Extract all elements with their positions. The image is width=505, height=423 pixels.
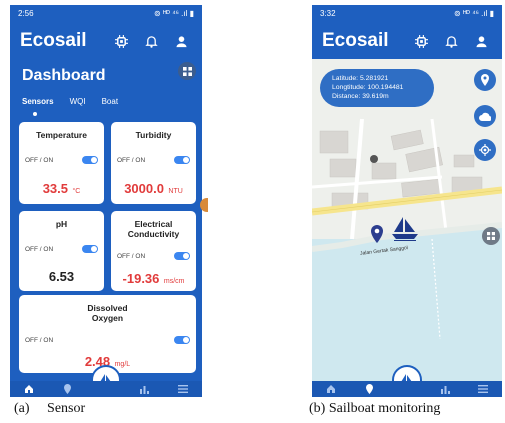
temperature-toggle[interactable] [82, 156, 98, 164]
chip-icon[interactable] [110, 30, 132, 52]
bell-icon[interactable] [140, 30, 162, 52]
toggle-label: OFF / ON [117, 252, 146, 260]
location-marker-icon[interactable] [370, 225, 384, 248]
status-time: 3:32 [320, 9, 336, 18]
longitude-text: Longtitude: 100.194481 [332, 84, 404, 92]
sailboat-monitoring-screen: Jalan Gertak Sanggol Latitude: 5.281921 … [312, 5, 502, 397]
side-pull-tab[interactable] [200, 198, 208, 212]
status-time: 2:56 [18, 9, 34, 18]
nav-spacer [400, 382, 414, 396]
conductivity-card: Electrical Conductivity OFF / ON -19.36 … [111, 211, 196, 291]
bell-icon[interactable] [440, 30, 462, 52]
coordinates-info-bubble: Latitude: 5.281921 Longtitude: 100.19448… [320, 69, 434, 107]
user-icon[interactable] [170, 30, 192, 52]
toggle-label: OFF / ON [25, 336, 54, 344]
menu-icon[interactable] [476, 382, 490, 396]
app-bar: Ecosail [312, 23, 502, 59]
card-title-line2: Oxygen [91, 313, 124, 324]
card-title: pH [55, 219, 68, 229]
bar-chart-icon[interactable] [438, 382, 452, 396]
toggle-row: OFF / ON [25, 336, 190, 344]
dashboard-title: Dashboard [22, 67, 106, 84]
caption-b: (b) Sailboat monitoring [309, 401, 441, 416]
status-icons: ⊚ ᴴᴰ ⁴⁶ .ıl ▮ [454, 9, 494, 18]
home-icon[interactable] [324, 382, 338, 396]
map-view[interactable]: Jalan Gertak Sanggol [312, 59, 502, 381]
home-icon[interactable] [22, 382, 36, 396]
ph-toggle[interactable] [82, 245, 98, 253]
card-value: 6.53 [19, 268, 104, 286]
turbidity-value: 3000.0 [124, 181, 164, 196]
status-bar: 2:56 ⊚ ᴴᴰ ⁴⁶ .ıl ▮ [10, 5, 202, 23]
location-pin-icon[interactable] [362, 382, 376, 396]
toggle-label: OFF / ON [25, 156, 54, 164]
grid-icon[interactable] [178, 62, 196, 80]
toggle-label: OFF / ON [117, 156, 146, 164]
grid-icon[interactable] [482, 227, 500, 245]
card-title: Electrical Conductivity [111, 219, 196, 239]
turbidity-card: Turbidity OFF / ON 3000.0 NTU [111, 122, 196, 204]
dissolved-oxygen-toggle[interactable] [174, 336, 190, 344]
toggle-row: OFF / ON [117, 156, 190, 164]
card-title: Turbidity [135, 130, 172, 140]
app-title: Ecosail [20, 30, 87, 51]
ph-value: 6.53 [48, 269, 75, 284]
card-title-line1: Electrical [134, 219, 173, 229]
chip-icon[interactable] [410, 30, 432, 52]
temperature-value: 33.5 [42, 181, 68, 196]
conductivity-value: -19.36 [122, 271, 160, 286]
cloud-button[interactable] [474, 105, 496, 127]
card-title: Temperature [36, 130, 87, 140]
gps-target-button[interactable] [474, 139, 496, 161]
card-title: Dissolved Oxygen [19, 303, 196, 323]
tab-wqi[interactable]: WQI [70, 97, 86, 106]
turbidity-toggle[interactable] [174, 156, 190, 164]
latitude-text: Latitude: 5.281921 [332, 75, 389, 82]
conductivity-toggle[interactable] [174, 252, 190, 260]
status-bar: 3:32 ⊚ ᴴᴰ ⁴⁶ .ıl ▮ [312, 5, 502, 23]
tab-boat[interactable]: Boat [102, 97, 118, 106]
menu-icon[interactable] [176, 382, 190, 396]
toggle-row: OFF / ON [117, 252, 190, 260]
dashboard-tabs: Sensors WQI Boat [22, 97, 118, 106]
toggle-row: OFF / ON [25, 245, 98, 253]
conductivity-unit: ms/cm [163, 278, 185, 285]
tab-sensors[interactable]: Sensors [22, 97, 54, 106]
location-pin-icon[interactable] [61, 382, 75, 396]
card-title-line2: Conductivity [127, 229, 180, 240]
nav-spacer [99, 382, 113, 396]
card-value: 3000.0 NTU [111, 180, 196, 198]
app-bar: Ecosail [10, 23, 202, 59]
user-icon[interactable] [470, 30, 492, 52]
bar-chart-icon[interactable] [137, 382, 151, 396]
toggle-row: OFF / ON [25, 156, 98, 164]
temperature-card: Temperature OFF / ON 33.5 °C [19, 122, 104, 204]
caption-a: (a) Sensor [14, 401, 86, 416]
bottom-nav [10, 381, 202, 397]
turbidity-unit: NTU [168, 188, 183, 195]
card-title-line1: Dissolved [87, 303, 128, 313]
status-icons: ⊚ ᴴᴰ ⁴⁶ .ıl ▮ [154, 9, 194, 18]
toggle-label: OFF / ON [25, 245, 54, 253]
dissolved-oxygen-unit: mg/L [114, 361, 131, 368]
ph-card: pH OFF / ON 6.53 [19, 211, 104, 291]
app-title: Ecosail [322, 30, 389, 51]
location-button[interactable] [474, 69, 496, 91]
card-value: -19.36 ms/cm [111, 270, 196, 288]
distance-text: Distance: 39.619m [332, 93, 389, 101]
sensor-dashboard-screen: 2:56 ⊚ ᴴᴰ ⁴⁶ .ıl ▮ Ecosail Dashboard Sen… [10, 5, 202, 397]
boat-marker-icon[interactable] [392, 217, 418, 246]
dissolved-oxygen-card: Dissolved Oxygen OFF / ON 2.48 mg/L [19, 295, 196, 373]
temperature-unit: °C [72, 188, 81, 195]
active-tab-indicator [33, 112, 37, 116]
bottom-nav [312, 381, 502, 397]
card-value: 33.5 °C [19, 180, 104, 198]
